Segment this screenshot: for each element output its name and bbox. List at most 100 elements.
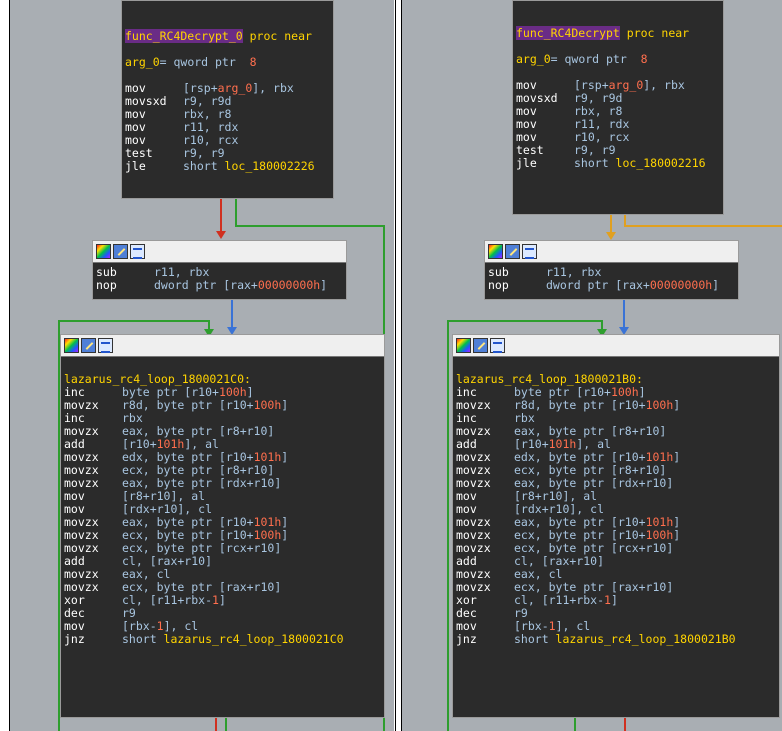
instruction-line[interactable]: movzx ecx, byte ptr [rcx+r10] xyxy=(456,542,776,555)
function-name[interactable]: func_RC4Decrypt xyxy=(516,26,620,40)
instruction-line[interactable]: xor cl, [r11+rbx-1] xyxy=(456,594,776,607)
operand: dword ptr [rax+ xyxy=(154,278,258,292)
edit-icon[interactable] xyxy=(81,338,96,353)
operand: ], al xyxy=(576,437,611,451)
instruction-line[interactable]: mov [r8+r10], al xyxy=(456,490,776,503)
graph-view-left[interactable]: func_RC4Decrypt_0 proc near arg_0= qword… xyxy=(10,0,394,731)
instruction-line[interactable]: movzx eax, byte ptr [rdx+r10] xyxy=(64,477,381,490)
operand: ecx, byte ptr [rax+r10] xyxy=(514,580,674,594)
edge-red-fall xyxy=(220,197,222,232)
jump-target-label[interactable]: lazarus_rc4_loop_1800021C0 xyxy=(164,632,344,646)
edge-orange-arrow xyxy=(606,232,616,240)
instruction-line[interactable]: movzx eax, byte ptr [r8+r10] xyxy=(64,425,381,438)
operand: eax, byte ptr [r8+r10] xyxy=(122,424,275,438)
edit-icon[interactable] xyxy=(113,244,128,259)
arg-reference[interactable]: arg_0 xyxy=(609,78,644,92)
graph-icon[interactable] xyxy=(96,244,111,259)
xref-icon[interactable] xyxy=(130,244,145,259)
operand: ] xyxy=(673,398,681,412)
operand: ], rbx xyxy=(643,78,685,92)
graph-view-right[interactable]: func_RC4Decrypt proc near arg_0= qword p… xyxy=(402,0,782,731)
instruction-line[interactable]: movzx eax, byte ptr [r8+r10] xyxy=(456,425,776,438)
operand: ] xyxy=(638,385,646,399)
basic-block-rc4-loop[interactable]: lazarus_rc4_loop_1800021B0: inc byte ptr … xyxy=(452,334,780,718)
arg-reference[interactable]: arg_0 xyxy=(218,81,253,95)
operand: eax, byte ptr [rdx+r10] xyxy=(122,476,282,490)
numeric-operand: 1 xyxy=(548,619,556,633)
xref-icon[interactable] xyxy=(490,338,505,353)
graph-icon[interactable] xyxy=(64,338,79,353)
proc-keyword: proc near xyxy=(242,29,312,43)
basic-block-sub-nop[interactable]: sub r11, rbx nop dword ptr [rax+00000000h] xyxy=(92,240,347,300)
arg-name[interactable]: arg_0 xyxy=(125,55,160,69)
block-header xyxy=(485,241,738,263)
operand: ] xyxy=(281,398,289,412)
loop-instructions: inc byte ptr [r10+100h] movzx r8d, byte ptr… xyxy=(64,386,381,646)
instruction-line[interactable]: movzx ecx, byte ptr [rcx+r10] xyxy=(64,542,381,555)
graph-icon[interactable] xyxy=(456,338,471,353)
instruction-line[interactable]: mov [r8+r10], al xyxy=(64,490,381,503)
arg-type: = qword ptr xyxy=(159,55,250,69)
operand: [r8+r10], al xyxy=(122,489,206,503)
operand: ] xyxy=(673,450,681,464)
instruction-line[interactable]: nop dword ptr [rax+00000000h] xyxy=(96,279,343,292)
edit-icon[interactable] xyxy=(473,338,488,353)
basic-block-sub-nop[interactable]: sub r11, rbx nop dword ptr [rax+00000000h] xyxy=(484,240,739,300)
func-proc-block[interactable]: func_RC4Decrypt_0 proc near arg_0= qword… xyxy=(121,0,334,199)
proc-header: func_RC4Decrypt_0 proc near xyxy=(125,29,330,43)
instruction-line[interactable]: movzx r8d, byte ptr [r10+100h] xyxy=(64,399,381,412)
edge-blue-fall xyxy=(231,300,233,328)
instruction-line[interactable]: movzx r8d, byte ptr [r10+100h] xyxy=(456,399,776,412)
instruction-line[interactable]: jle short loc_180002216 xyxy=(516,157,720,170)
instruction-line[interactable]: jnz short lazarus_rc4_loop_1800021C0 xyxy=(64,633,381,646)
operand: ecx, byte ptr [rax+r10] xyxy=(122,580,282,594)
numeric-operand: 100h xyxy=(253,398,282,412)
operand: r9, r9d xyxy=(574,91,623,105)
jump-target-label[interactable]: loc_180002216 xyxy=(616,156,706,170)
numeric-operand: 100h xyxy=(645,398,674,412)
operand: rbx, r8 xyxy=(574,104,623,118)
instruction-line[interactable]: add cl, [rax+r10] xyxy=(64,555,381,568)
mnemonic: jnz xyxy=(456,632,477,646)
jump-target-label[interactable]: lazarus_rc4_loop_1800021B0 xyxy=(556,632,736,646)
mnemonic: jle xyxy=(516,156,537,170)
operand: r11, rdx xyxy=(574,117,630,131)
xref-icon[interactable] xyxy=(522,244,537,259)
instruction-line[interactable]: movzx eax, byte ptr [rdx+r10] xyxy=(456,477,776,490)
operand: ecx, byte ptr [rcx+r10] xyxy=(514,541,674,555)
instruction-line[interactable]: dec r9 xyxy=(64,607,381,620)
arg-declaration: arg_0= qword ptr 8 xyxy=(125,56,330,69)
graph-icon[interactable] xyxy=(488,244,503,259)
operand: [rbx- xyxy=(122,619,157,633)
operand: ] xyxy=(281,528,289,542)
operand: ecx, byte ptr [r8+r10] xyxy=(122,463,275,477)
instruction-line[interactable]: jnz short lazarus_rc4_loop_1800021B0 xyxy=(456,633,776,646)
operand: rbx xyxy=(514,411,535,425)
instruction-line[interactable]: add cl, [rax+r10] xyxy=(456,555,776,568)
edge-green-jle xyxy=(235,197,237,225)
func-proc-block[interactable]: func_RC4Decrypt proc near arg_0= qword p… xyxy=(512,0,724,215)
jump-target-label[interactable]: loc_180002226 xyxy=(225,159,315,173)
edge-red-arrow xyxy=(216,231,226,239)
numeric-operand: 100h xyxy=(218,385,247,399)
operand: ] xyxy=(281,450,289,464)
edit-icon[interactable] xyxy=(505,244,520,259)
pane-divider-center xyxy=(395,0,396,731)
instruction-line[interactable]: mov r10, rcx xyxy=(516,131,720,144)
instruction-line[interactable]: jle short loc_180002226 xyxy=(125,160,330,173)
operand: ], rbx xyxy=(252,81,294,95)
xref-icon[interactable] xyxy=(98,338,113,353)
instruction-line[interactable]: mov r10, rcx xyxy=(125,134,330,147)
operand: r8d, byte ptr [r10+ xyxy=(514,398,646,412)
operand: rbx, r8 xyxy=(183,107,232,121)
instruction-line[interactable]: nop dword ptr [rax+00000000h] xyxy=(488,279,735,292)
instruction-line[interactable]: dec r9 xyxy=(456,607,776,620)
edge-red-exit xyxy=(215,718,217,731)
basic-block-rc4-loop[interactable]: lazarus_rc4_loop_1800021C0: inc byte ptr … xyxy=(60,334,385,718)
arg-declaration: arg_0= qword ptr 8 xyxy=(516,53,720,66)
arg-name[interactable]: arg_0 xyxy=(516,52,551,66)
operand: r9, r9 xyxy=(183,146,225,160)
function-name[interactable]: func_RC4Decrypt_0 xyxy=(125,29,243,43)
proc-instructions: mov [rsp+arg_0], rbx movsxd r9, r9d mov rbx, … xyxy=(516,79,720,170)
instruction-line[interactable]: xor cl, [r11+rbx-1] xyxy=(64,594,381,607)
